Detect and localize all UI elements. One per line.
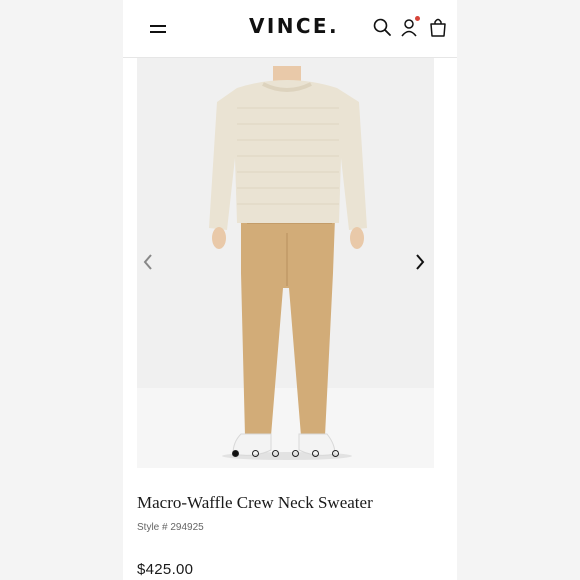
next-image-button[interactable] — [409, 250, 431, 274]
search-icon[interactable] — [372, 16, 392, 38]
carousel-dot[interactable] — [252, 450, 259, 457]
product-price: $425.00 — [137, 561, 194, 578]
site-header: VINCE. — [123, 0, 457, 58]
notification-dot — [415, 16, 420, 21]
carousel-dot[interactable] — [312, 450, 319, 457]
right-background — [457, 0, 580, 580]
carousel-dot[interactable] — [272, 450, 279, 457]
hamburger-menu-icon[interactable] — [150, 22, 167, 36]
product-style-number: Style # 294925 — [137, 522, 204, 533]
shopping-bag-icon[interactable] — [428, 16, 448, 38]
left-background — [0, 0, 123, 580]
carousel-dot[interactable] — [332, 450, 339, 457]
chevron-right-icon — [416, 254, 425, 270]
carousel-dot[interactable] — [232, 450, 239, 457]
product-title: Macro-Waffle Crew Neck Sweater — [137, 493, 373, 512]
product-page: VINCE. Macro-Waffle Crew Neck Sweater St… — [123, 0, 457, 580]
account-icon[interactable] — [400, 16, 420, 38]
product-image-gallery[interactable] — [137, 58, 434, 468]
carousel-indicator — [137, 448, 434, 460]
carousel-dot[interactable] — [292, 450, 299, 457]
product-photo — [209, 66, 367, 460]
chevron-left-icon — [143, 254, 152, 270]
previous-image-button[interactable] — [137, 250, 159, 274]
brand-logo[interactable]: VINCE. — [249, 14, 339, 38]
